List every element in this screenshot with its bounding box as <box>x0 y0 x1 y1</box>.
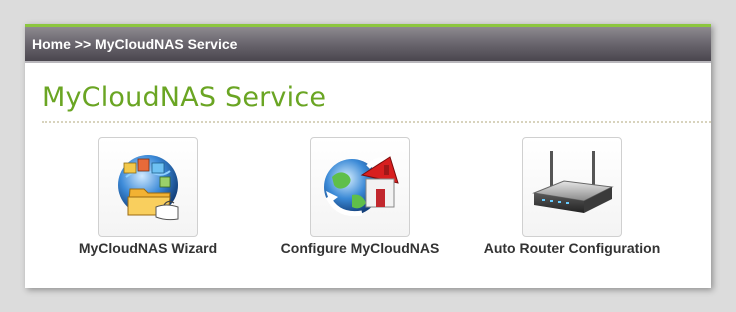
page-title: MyCloudNAS Service <box>42 82 327 113</box>
service-panel: Home >> MyCloudNAS Service MyCloudNAS Se… <box>25 24 711 288</box>
breadcrumb[interactable]: Home >> MyCloudNAS Service <box>25 27 711 63</box>
router-icon <box>532 151 614 213</box>
wizard-globe-folder-icon <box>118 155 179 221</box>
configure-mycloudnas-button[interactable]: Configure MyCloudNAS <box>250 137 470 256</box>
router-icon-box[interactable] <box>522 137 622 237</box>
globe-house-icon <box>324 156 399 217</box>
dotted-divider <box>42 121 711 123</box>
wizard-icon-box[interactable] <box>98 137 198 237</box>
auto-router-configuration-label: Auto Router Configuration <box>483 240 661 256</box>
configure-icon-box[interactable] <box>310 137 410 237</box>
mycloudnas-wizard-label: MyCloudNAS Wizard <box>78 240 218 256</box>
mycloudnas-wizard-button[interactable]: MyCloudNAS Wizard <box>38 137 258 256</box>
auto-router-configuration-button[interactable]: Auto Router Configuration <box>462 137 682 256</box>
configure-mycloudnas-label: Configure MyCloudNAS <box>280 240 440 256</box>
